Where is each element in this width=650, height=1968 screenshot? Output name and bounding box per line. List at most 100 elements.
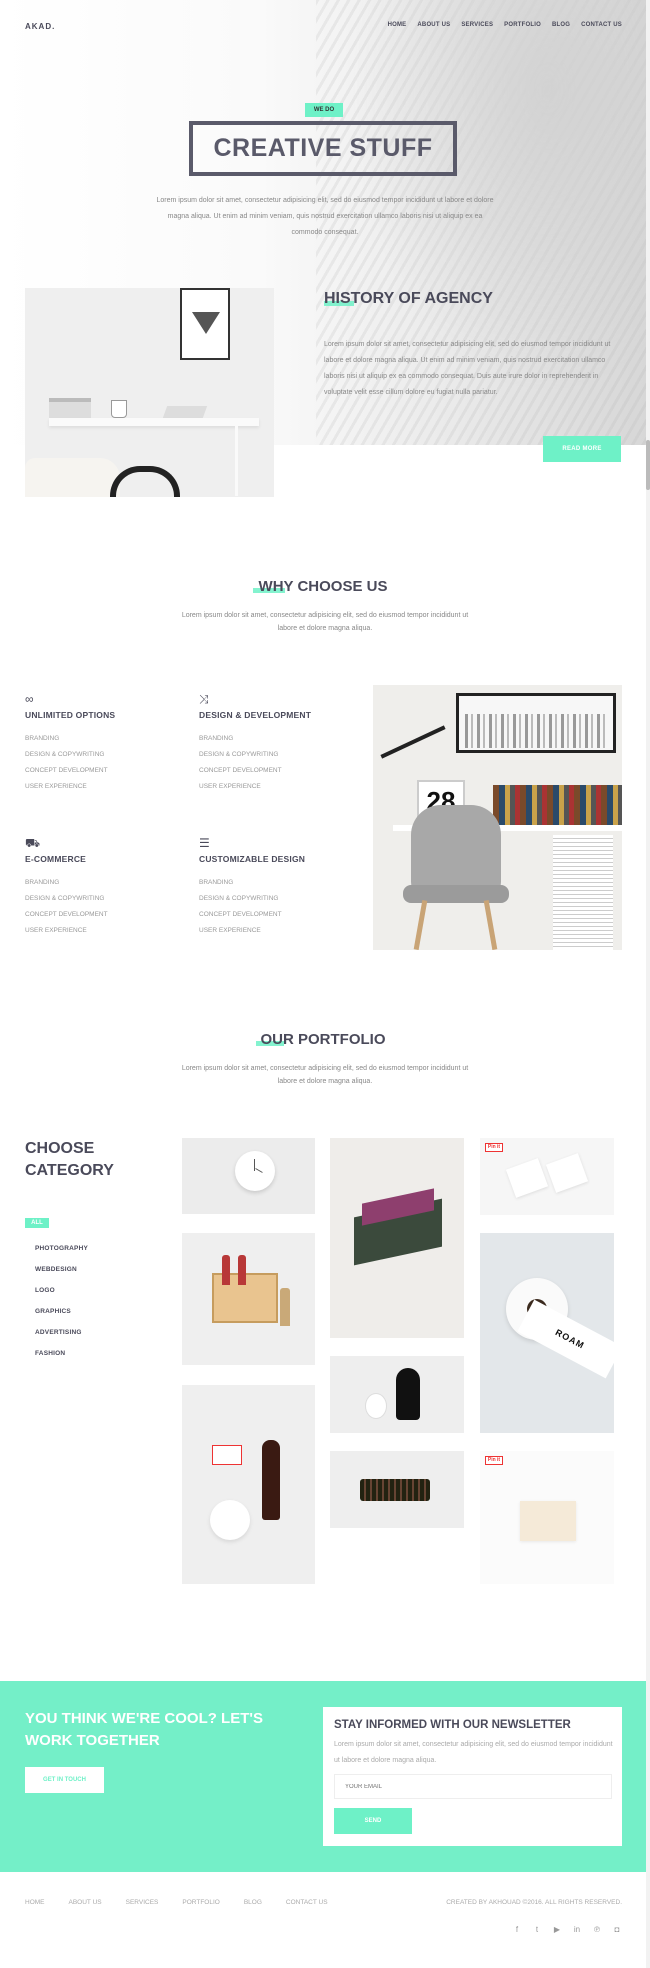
nav-home[interactable]: HOME <box>388 22 407 28</box>
portfolio-subtitle: Lorem ipsum dolor sit amet, consectetur … <box>181 1065 469 1085</box>
bottle <box>280 1288 290 1326</box>
feature-customizable-design: ☰ CUSTOMIZABLE DESIGN BRANDING DESIGN & … <box>199 836 359 939</box>
category-advertising[interactable]: ADVERTISING <box>35 1322 88 1343</box>
logo[interactable]: AKAD. <box>25 22 55 31</box>
feature-item: BRANDING <box>25 735 60 742</box>
sliders-icon: ☰ <box>199 836 210 850</box>
category-photography[interactable]: PHOTOGRAPHY <box>35 1238 88 1259</box>
nav-about-us[interactable]: ABOUT US <box>417 22 450 28</box>
portfolio-item-stationery[interactable]: Pin it <box>480 1138 614 1215</box>
youtube-icon[interactable]: ▶ <box>552 1925 562 1934</box>
cta-text: YOU THINK WE'RE COOL? LET'S WORK TOGETHE… <box>25 1710 263 1749</box>
shuffle-icon: ⤨ <box>199 692 209 706</box>
scrollbar-thumb[interactable] <box>646 440 650 490</box>
feature-item: USER EXPERIENCE <box>199 783 261 790</box>
feature-item: BRANDING <box>199 735 234 742</box>
bottle <box>238 1255 246 1285</box>
nav-contact-us[interactable]: CONTACT US <box>581 22 622 28</box>
portfolio-item-crate[interactable] <box>182 1233 315 1365</box>
feature-item: USER EXPERIENCE <box>25 927 87 934</box>
category-webdesign[interactable]: WEBDESIGN <box>35 1259 88 1280</box>
social-links: f t ▶ in ℗ ◘ <box>512 1925 622 1934</box>
category-fashion[interactable]: FASHION <box>35 1343 88 1364</box>
read-more-button[interactable]: READ MORE <box>543 436 621 462</box>
cart-icon: ⛟ <box>25 836 41 850</box>
feature-item: DESIGN & COPYWRITING <box>25 751 105 758</box>
pin-it-button[interactable]: Pin it <box>485 1456 503 1465</box>
feature-title: DESIGN & DEVELOPMENT <box>199 710 312 720</box>
feature-item: CONCEPT DEVELOPMENT <box>199 911 282 918</box>
hero-tag: WE DO <box>305 103 343 117</box>
twitter-icon[interactable]: t <box>532 1925 542 1934</box>
scrollbar[interactable] <box>646 0 650 1968</box>
footer-nav-contact-us[interactable]: CONTACT US <box>286 1899 328 1906</box>
clock-graphic <box>235 1151 275 1191</box>
coaster <box>210 1500 250 1540</box>
hero-title: CREATIVE STUFF <box>189 121 457 176</box>
portfolio-item-beer[interactable] <box>182 1385 315 1584</box>
card <box>545 1153 589 1193</box>
pin-it-button[interactable]: Pin it <box>485 1143 503 1152</box>
nav-blog[interactable]: BLOG <box>552 22 570 28</box>
pinterest-icon[interactable]: ℗ <box>592 1925 602 1934</box>
why-choose-us-title: WHY CHOOSE US <box>258 578 388 595</box>
portfolio-item-pencils[interactable] <box>330 1451 464 1528</box>
paper-stack <box>553 835 613 950</box>
footer-nav-portfolio[interactable]: PORTFOLIO <box>182 1899 219 1906</box>
feature-item: CONCEPT DEVELOPMENT <box>25 767 108 774</box>
category-title: CHOOSE CATEGORY <box>25 1140 114 1179</box>
category-all[interactable]: ALL <box>25 1218 49 1228</box>
nav-portfolio[interactable]: PORTFOLIO <box>504 22 541 28</box>
category-logo[interactable]: LOGO <box>35 1280 88 1301</box>
chair <box>110 466 180 497</box>
card <box>505 1158 549 1198</box>
portfolio-item-box[interactable] <box>330 1138 464 1338</box>
history-text: Lorem ipsum dolor sit amet, consectetur … <box>324 341 611 396</box>
feature-item: USER EXPERIENCE <box>199 927 261 934</box>
feature-unlimited-options: ∞ UNLIMITED OPTIONS BRANDING DESIGN & CO… <box>25 692 185 795</box>
label-card <box>212 1445 242 1465</box>
footer-nav-blog[interactable]: BLOG <box>244 1899 262 1906</box>
card-box <box>520 1501 576 1541</box>
pen-cup <box>111 400 127 418</box>
linkedin-icon[interactable]: in <box>572 1925 582 1934</box>
footer-nav-about-us[interactable]: ABOUT US <box>69 1899 102 1906</box>
pencil-roll <box>360 1479 430 1501</box>
instagram-icon[interactable]: ◘ <box>612 1925 622 1934</box>
nav-services[interactable]: SERVICES <box>461 22 493 28</box>
footer-nav-home[interactable]: HOME <box>25 1899 45 1906</box>
main-nav: HOME ABOUT US SERVICES PORTFOLIO BLOG CO… <box>388 22 622 28</box>
page: AKAD. HOME ABOUT US SERVICES PORTFOLIO B… <box>0 0 650 1968</box>
glass <box>366 1394 386 1418</box>
portfolio-item-bottle[interactable] <box>330 1356 464 1433</box>
feature-title: CUSTOMIZABLE DESIGN <box>199 854 306 864</box>
feature-item: DESIGN & COPYWRITING <box>25 895 105 902</box>
desk-lamp <box>380 725 446 759</box>
hero-text: Lorem ipsum dolor sit amet, consectetur … <box>156 197 494 236</box>
feature-item: USER EXPERIENCE <box>25 783 87 790</box>
office-photo: 28 <box>373 685 622 950</box>
feature-e-commerce: ⛟ E-COMMERCE BRANDING DESIGN & COPYWRITI… <box>25 836 185 939</box>
chair-leg <box>483 899 498 950</box>
bookshelf <box>493 785 622 825</box>
feature-title: UNLIMITED OPTIONS <box>25 710 116 720</box>
portfolio-item-tape[interactable]: ROAM <box>480 1233 614 1433</box>
get-in-touch-button[interactable]: GET IN TOUCH <box>25 1767 104 1793</box>
portfolio-item-clock[interactable] <box>182 1138 315 1214</box>
book-stack <box>49 398 91 418</box>
copyright: CREATED BY AKHOUAD ©2016. ALL RIGHTS RES… <box>446 1899 622 1906</box>
bottle <box>222 1255 230 1285</box>
send-button[interactable]: SEND <box>334 1808 412 1834</box>
email-input[interactable] <box>334 1774 612 1799</box>
black-bottle <box>396 1368 420 1420</box>
framed-picture <box>180 288 230 360</box>
desk-leg <box>235 426 238 496</box>
category-list: PHOTOGRAPHY WEBDESIGN LOGO GRAPHICS ADVE… <box>35 1238 88 1364</box>
portfolio-item-business-cards[interactable]: Pin it <box>480 1451 614 1584</box>
feature-title: E-COMMERCE <box>25 854 87 864</box>
feature-item: DESIGN & COPYWRITING <box>199 895 279 902</box>
category-graphics[interactable]: GRAPHICS <box>35 1301 88 1322</box>
footer-nav-services[interactable]: SERVICES <box>126 1899 159 1906</box>
facebook-icon[interactable]: f <box>512 1925 522 1934</box>
magazine <box>162 406 208 418</box>
